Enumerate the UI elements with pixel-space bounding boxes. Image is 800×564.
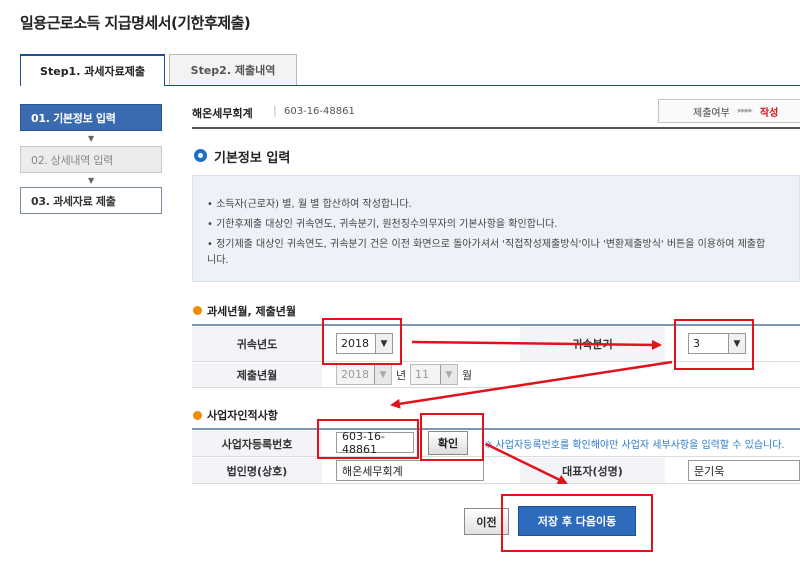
tab-step1[interactable]: Step1. 과세자료제출: [20, 54, 165, 86]
arrow-year-to-quarter: [411, 339, 662, 350]
arrow-quarter-to-bizno: [390, 360, 673, 409]
arrow-confirm-to-save: [485, 442, 568, 485]
